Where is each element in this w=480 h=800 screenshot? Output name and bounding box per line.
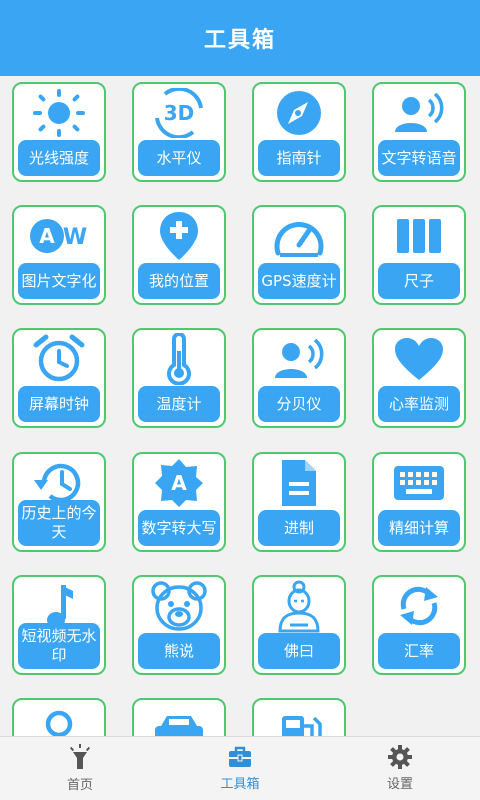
flashlight-icon [68, 744, 92, 770]
tool-gas-station[interactable] [252, 698, 346, 736]
tool-short-video-no-watermark[interactable]: 短视频无水印 [12, 575, 106, 675]
tool-label: 熊说 [138, 633, 220, 669]
document-icon [279, 458, 319, 508]
gear-icon [388, 745, 412, 769]
tool-exchange-rate[interactable]: 汇率 [372, 575, 466, 675]
tool-thermometer[interactable]: 温度计 [132, 328, 226, 428]
gas-station-icon [274, 704, 324, 736]
car-icon [151, 704, 207, 736]
level-3d-icon: 3D [149, 88, 209, 138]
tool-compass[interactable]: 指南针 [252, 82, 346, 182]
nav-home[interactable]: 首页 [0, 737, 160, 800]
buddha-icon [274, 579, 324, 633]
compass-icon [274, 88, 324, 138]
ocr-aw-icon: A W [27, 211, 91, 261]
svg-text:W: W [63, 225, 87, 250]
tool-number-to-uppercase[interactable]: A 数字转大写 [132, 452, 226, 552]
nav-home-label: 首页 [66, 778, 93, 793]
speaker-person-icon [391, 88, 447, 138]
person-icon [34, 704, 84, 736]
tool-label: 历史上的今天 [18, 500, 100, 546]
thermometer-icon [164, 333, 194, 385]
bear-icon [150, 580, 208, 632]
tool-decibel-meter[interactable]: 分贝仪 [252, 328, 346, 428]
tool-gps-speedometer[interactable]: GPS速度计 [252, 205, 346, 305]
tool-buddha-says[interactable]: 佛曰 [252, 575, 346, 675]
app-header: 工具箱 [0, 0, 480, 76]
toolbox-icon [227, 745, 253, 769]
alarm-clock-icon [33, 334, 85, 384]
tool-label: 屏幕时钟 [18, 386, 100, 422]
tool-today-in-history[interactable]: 历史上的今天 [12, 452, 106, 552]
tool-image-to-text[interactable]: A W 图片文字化 [12, 205, 106, 305]
tool-grid: 光线强度 3D 水平仪 指南针 文字转语音 A W 图片文字化 我的位置 GPS… [0, 76, 480, 736]
tool-label: 短视频无水印 [18, 623, 100, 669]
tool-label: 我的位置 [138, 263, 220, 299]
tool-label: 光线强度 [18, 140, 100, 176]
tool-label: 文字转语音 [378, 140, 460, 176]
nav-settings[interactable]: 设置 [320, 737, 480, 800]
tool-bear-says[interactable]: 熊说 [132, 575, 226, 675]
tool-label: 数字转大写 [138, 510, 220, 546]
refresh-icon [394, 581, 444, 631]
tool-label: 分贝仪 [258, 386, 340, 422]
tool-text-to-speech[interactable]: 文字转语音 [372, 82, 466, 182]
tool-label: 水平仪 [138, 140, 220, 176]
tool-ruler[interactable]: 尺子 [372, 205, 466, 305]
nav-toolbox[interactable]: 工具箱 [160, 737, 320, 800]
keyboard-icon [392, 464, 446, 502]
sun-icon [32, 88, 86, 138]
speedometer-icon [272, 213, 326, 259]
tool-label: 尺子 [378, 263, 460, 299]
bottom-nav: 首页 工具箱 设置 [0, 736, 480, 800]
tool-label: 精细计算 [378, 510, 460, 546]
nav-toolbox-label: 工具箱 [220, 777, 260, 792]
tool-label: 心率监测 [378, 386, 460, 422]
tool-precise-calc[interactable]: 精细计算 [372, 452, 466, 552]
tool-label: 进制 [258, 510, 340, 546]
tool-heart-rate[interactable]: 心率监测 [372, 328, 466, 428]
tool-number-base[interactable]: 进制 [252, 452, 346, 552]
heart-icon [393, 336, 445, 382]
svg-text:3D: 3D [164, 101, 195, 125]
tool-person[interactable] [12, 698, 106, 736]
tool-label: 指南针 [258, 140, 340, 176]
tool-level[interactable]: 3D 水平仪 [132, 82, 226, 182]
tool-light-intensity[interactable]: 光线强度 [12, 82, 106, 182]
nav-settings-label: 设置 [386, 777, 413, 792]
tool-label: 汇率 [378, 633, 460, 669]
tool-label: 佛曰 [258, 633, 340, 669]
tool-label: GPS速度计 [258, 263, 340, 299]
page-title: 工具箱 [203, 28, 276, 53]
letter-a-badge-icon: A [153, 457, 205, 509]
sound-person-icon [271, 334, 327, 384]
svg-text:A: A [39, 224, 55, 248]
tool-screen-clock[interactable]: 屏幕时钟 [12, 328, 106, 428]
tool-label: 图片文字化 [18, 263, 100, 299]
tool-my-location[interactable]: 我的位置 [132, 205, 226, 305]
location-pin-icon [157, 210, 201, 262]
tool-label: 温度计 [138, 386, 220, 422]
svg-text:A: A [171, 471, 187, 495]
ruler-bars-icon [394, 216, 444, 256]
tool-car[interactable] [132, 698, 226, 736]
